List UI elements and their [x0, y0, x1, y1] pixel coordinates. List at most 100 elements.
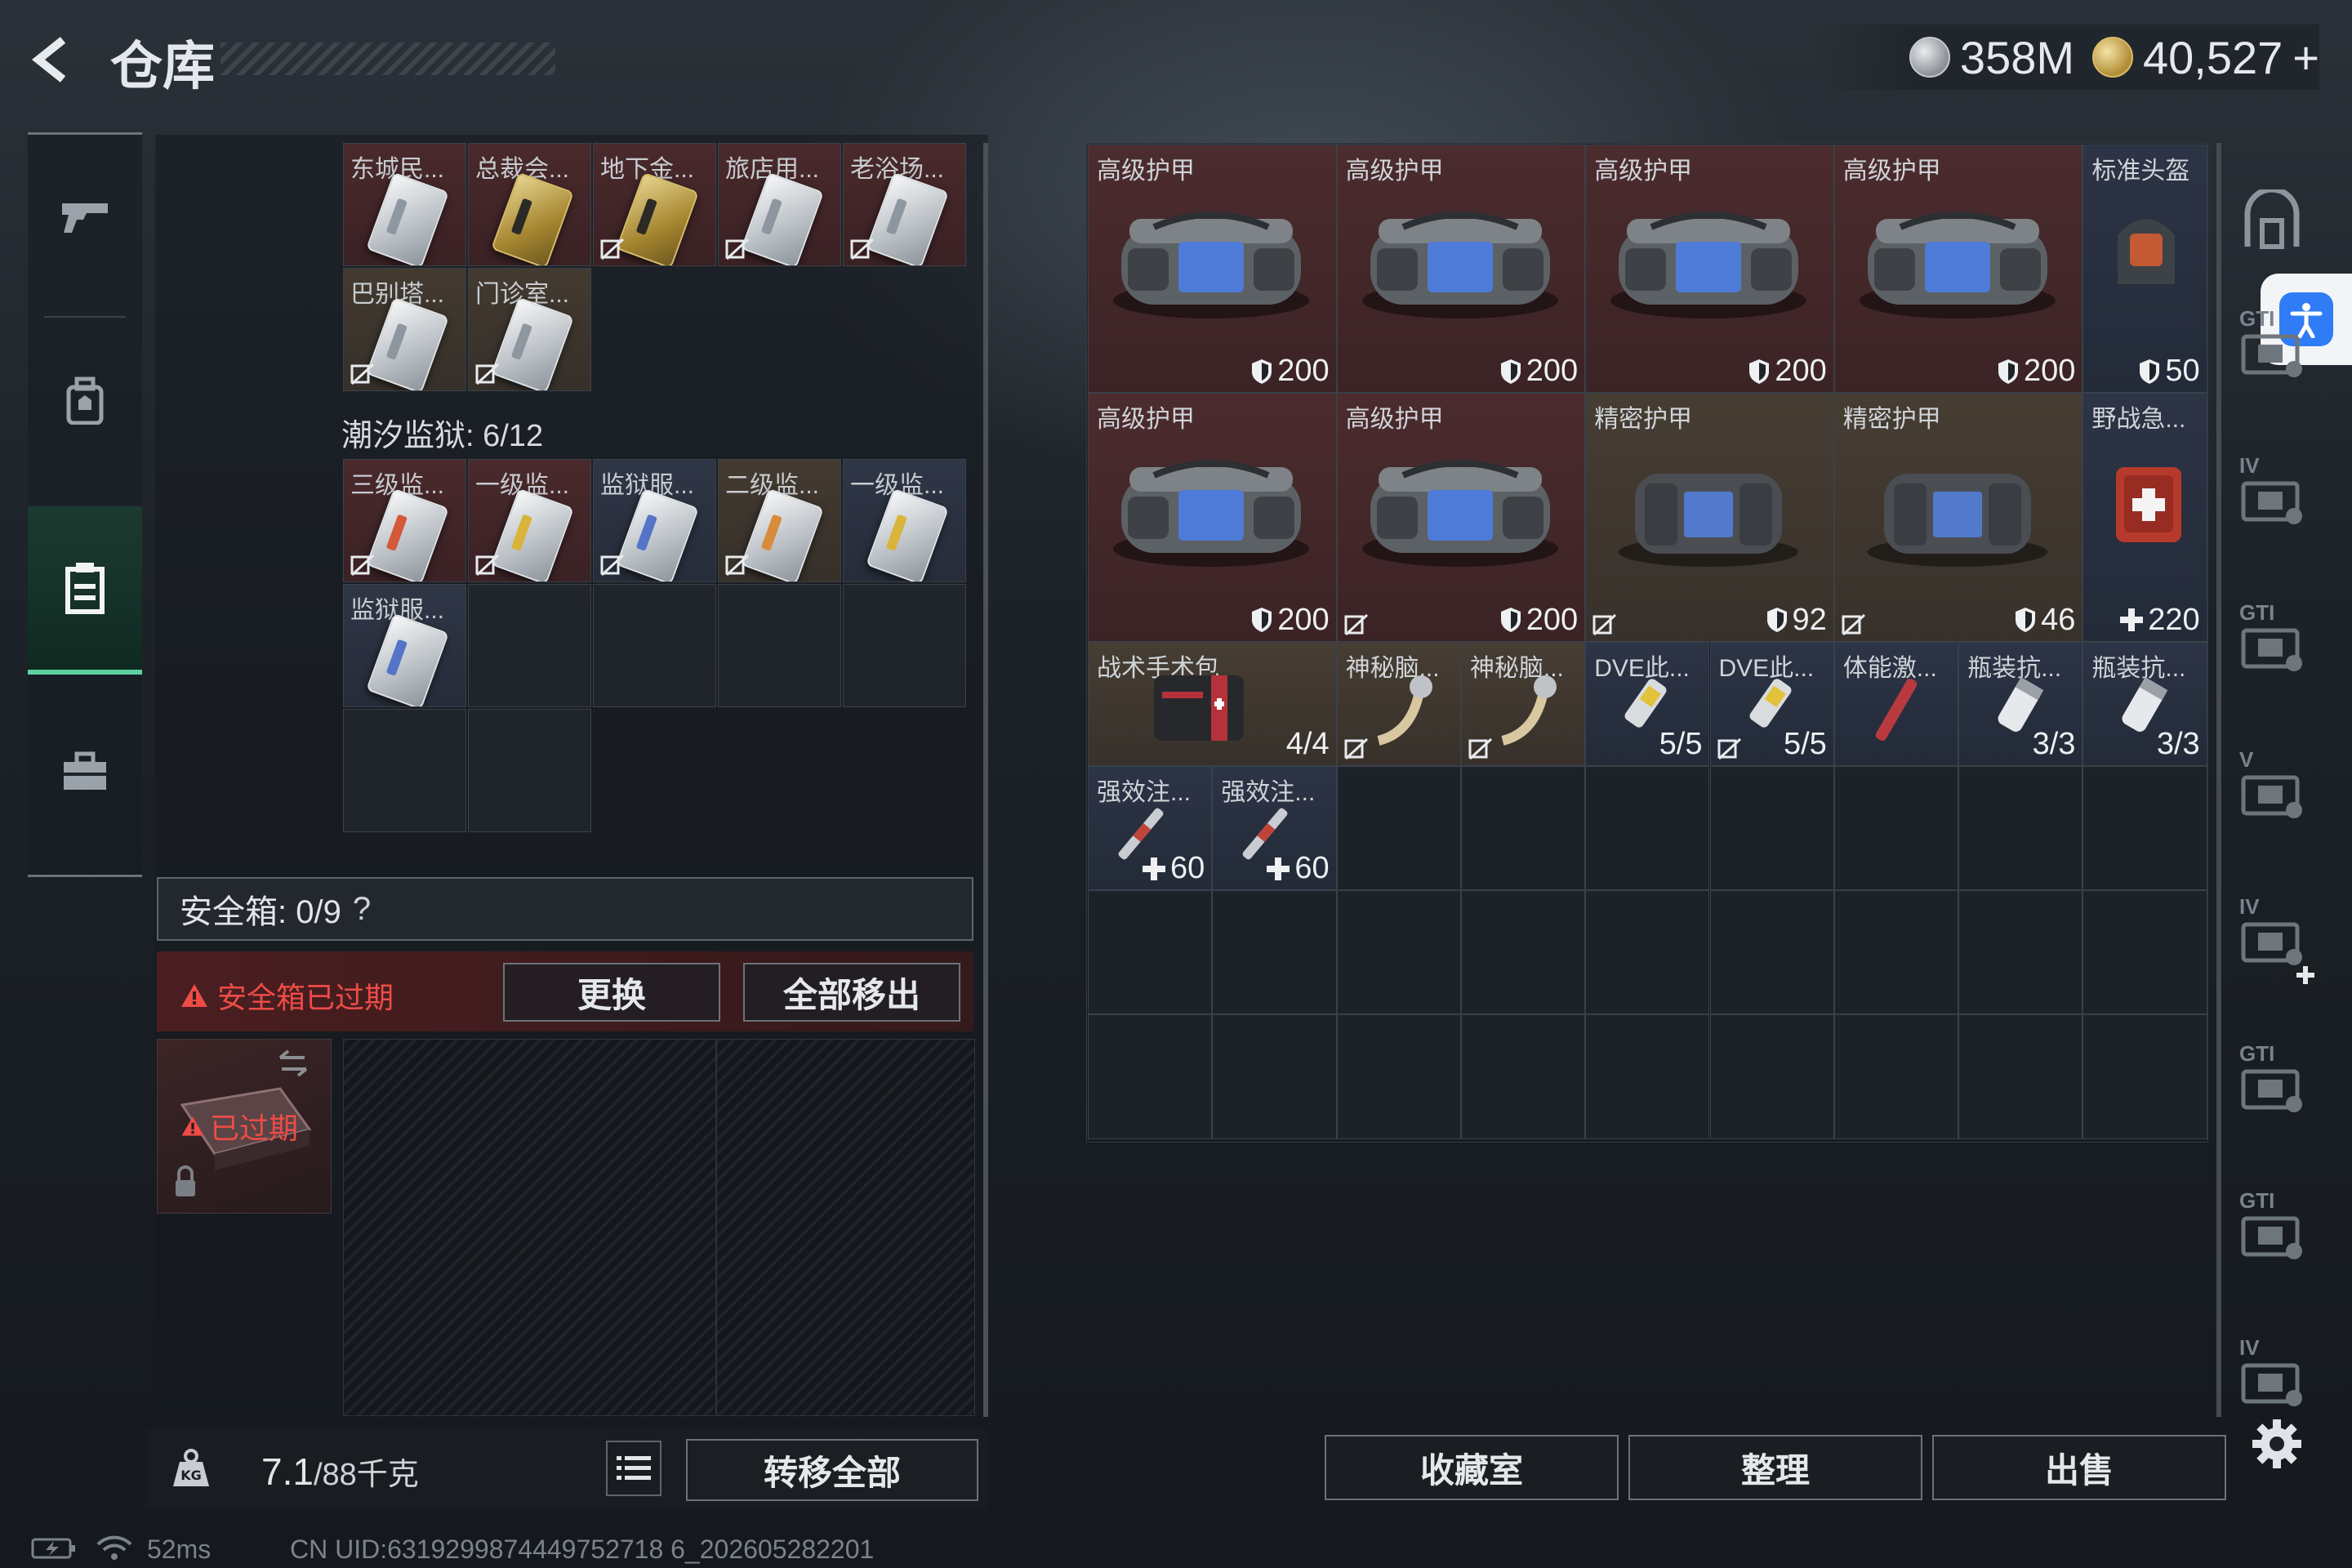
empty-stash-slot[interactable]	[2082, 1014, 2207, 1139]
help-icon[interactable]: ?	[353, 891, 371, 928]
gold-currency[interactable]: 40,527 +	[2092, 31, 2319, 84]
left-scrollbar[interactable]	[983, 143, 988, 1417]
empty-stash-slot[interactable]	[1460, 766, 1586, 891]
empty-stash-slot[interactable]	[1088, 890, 1213, 1015]
stash-item-armor[interactable]: 高级护甲 200	[1336, 393, 1586, 642]
rail-container-slot[interactable]: IV	[2223, 878, 2321, 1000]
item-name: 精密护甲	[1594, 406, 1693, 434]
item-value-text: 200	[2023, 354, 2076, 389]
empty-stash-slot[interactable]	[1958, 766, 2083, 891]
rail-container-slot[interactable]: GTI	[2223, 1025, 2321, 1147]
empty-stash-slot[interactable]	[1212, 890, 1337, 1015]
durability-shield-icon	[1749, 359, 1770, 384]
empty-key-slot[interactable]	[343, 709, 466, 832]
nav-backpack[interactable]	[28, 318, 142, 482]
stash-item-consumable[interactable]: 瓶装抗... 3/3	[2082, 641, 2207, 766]
stash-item-armor[interactable]: 高级护甲 200	[1336, 145, 1586, 394]
empty-stash-slot[interactable]	[1958, 890, 2083, 1015]
key-item-slot[interactable]: 东城民...	[343, 143, 466, 266]
key-item-slot[interactable]: 监狱服...	[343, 584, 466, 707]
empty-stash-slot[interactable]	[1709, 1014, 1834, 1139]
nav-weapons[interactable]	[28, 135, 142, 298]
key-item-slot[interactable]: 旅店用...	[718, 143, 841, 266]
stash-item-armor[interactable]: 高级护甲 200	[1585, 145, 1834, 394]
empty-stash-slot[interactable]	[1585, 890, 1710, 1015]
rail-container-slot[interactable]: GTI	[2223, 290, 2321, 412]
stash-item-consumable[interactable]: 体能激...	[1833, 641, 1959, 766]
rail-tier-label: GTI	[2239, 306, 2275, 331]
item-value: 200	[1998, 354, 2075, 389]
sell-button[interactable]: 出售	[1932, 1435, 2226, 1500]
stash-item-consumable[interactable]: 瓶装抗... 3/3	[1958, 641, 2083, 766]
empty-stash-slot[interactable]	[1460, 1014, 1586, 1139]
empty-stash-slot[interactable]	[1709, 890, 1834, 1015]
empty-key-slot[interactable]	[468, 709, 591, 832]
stash-item-medkit[interactable]: 野战急... 220	[2082, 393, 2207, 642]
empty-key-slot[interactable]	[843, 584, 966, 707]
rail-container-slot[interactable]: V	[2223, 731, 2321, 853]
move-all-out-button[interactable]: 全部移出	[743, 963, 960, 1022]
stash-item-armor[interactable]: 高级护甲 200	[1088, 393, 1337, 642]
stash-item-injector[interactable]: 强效注... 60	[1088, 766, 1213, 891]
list-view-button[interactable]	[606, 1441, 662, 1496]
stash-item-armor2[interactable]: 精密护甲 92	[1585, 393, 1834, 642]
nav-briefcase[interactable]	[28, 690, 142, 853]
stash-item-injector[interactable]: 强效注... 60	[1212, 766, 1337, 891]
stash-item-armor[interactable]: 高级护甲 200	[1833, 145, 2083, 394]
empty-stash-slot[interactable]	[1833, 766, 1959, 891]
stash-item-consumable[interactable]: DVE此... 5/5	[1585, 641, 1710, 766]
rail-container-slot[interactable]: GTI	[2223, 1172, 2321, 1294]
stash-item-consumable[interactable]: 战术手术包 4/4	[1088, 641, 1337, 766]
empty-stash-slot[interactable]	[2082, 890, 2207, 1015]
stash-item-consumable[interactable]: 神秘脑...	[1460, 641, 1586, 766]
stash-item-armor2[interactable]: 精密护甲 46	[1833, 393, 2083, 642]
right-rail-scrollbar[interactable]	[2216, 143, 2221, 1417]
empty-stash-slot[interactable]	[1585, 766, 1710, 891]
gold-add-button[interactable]: +	[2292, 31, 2319, 84]
stash-item-consumable[interactable]: DVE此... 5/5	[1709, 641, 1834, 766]
empty-key-slot[interactable]	[468, 584, 591, 707]
rail-main-stash[interactable]	[2223, 159, 2321, 282]
collection-room-button[interactable]: 收藏室	[1325, 1435, 1619, 1500]
silver-currency[interactable]: 358M	[1909, 31, 2074, 84]
key-item-slot[interactable]: 巴别塔...	[343, 268, 466, 391]
key-item-slot[interactable]: 二级监...	[718, 459, 841, 582]
replace-button[interactable]: 更换	[503, 963, 720, 1022]
rail-container-slot[interactable]: IV	[2223, 1319, 2321, 1441]
rail-container-slot[interactable]: IV	[2223, 437, 2321, 559]
empty-stash-slot[interactable]	[1212, 1014, 1337, 1139]
no-trade-icon	[1592, 613, 1617, 635]
nav-storage[interactable]	[28, 506, 142, 675]
empty-stash-slot[interactable]	[2082, 766, 2207, 891]
empty-stash-slot[interactable]	[1460, 890, 1586, 1015]
key-item-slot[interactable]: 老浴场...	[843, 143, 966, 266]
empty-stash-slot[interactable]	[1709, 766, 1834, 891]
empty-stash-slot[interactable]	[1833, 1014, 1959, 1139]
key-item-slot[interactable]: 一级监...	[468, 459, 591, 582]
key-item-slot[interactable]: 三级监...	[343, 459, 466, 582]
empty-key-slot[interactable]	[718, 584, 841, 707]
key-item-slot[interactable]: 地下金...	[593, 143, 716, 266]
transfer-all-button[interactable]: 转移全部	[686, 1439, 978, 1501]
empty-stash-slot[interactable]	[1336, 1014, 1461, 1139]
key-item-slot[interactable]: 门诊室...	[468, 268, 591, 391]
empty-key-slot[interactable]	[593, 584, 716, 707]
empty-stash-slot[interactable]	[1336, 890, 1461, 1015]
empty-stash-slot[interactable]	[1088, 1014, 1213, 1139]
key-item-slot[interactable]: 监狱服...	[593, 459, 716, 582]
heal-plus-icon	[1143, 857, 1166, 880]
empty-stash-slot[interactable]	[1833, 890, 1959, 1015]
stash-item-consumable[interactable]: 神秘脑...	[1336, 641, 1461, 766]
rail-container-slot[interactable]: GTI	[2223, 584, 2321, 706]
safe-box-grid[interactable]	[343, 1039, 975, 1416]
safe-case-slot[interactable]: 已过期	[157, 1039, 332, 1214]
empty-stash-slot[interactable]	[1585, 1014, 1710, 1139]
stash-item-armor[interactable]: 高级护甲 200	[1088, 145, 1337, 394]
key-item-slot[interactable]: 总裁会...	[468, 143, 591, 266]
stash-item-helmet[interactable]: 标准头盔 50	[2082, 145, 2207, 394]
empty-stash-slot[interactable]	[1958, 1014, 2083, 1139]
empty-stash-slot[interactable]	[1336, 766, 1461, 891]
sort-button[interactable]: 整理	[1628, 1435, 1922, 1500]
key-item-slot[interactable]: 一级监...	[843, 459, 966, 582]
back-button[interactable]	[24, 31, 82, 88]
